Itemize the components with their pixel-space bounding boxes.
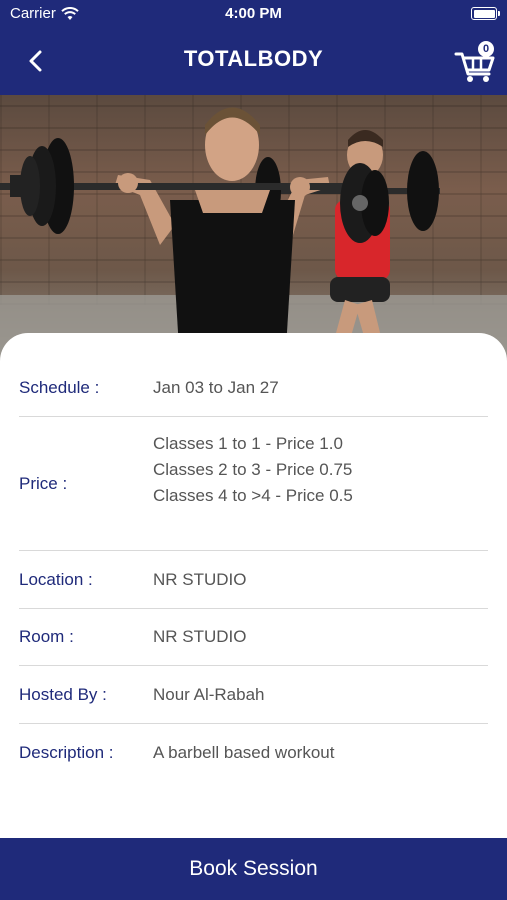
hero-image [0,95,507,365]
battery-icon [471,7,500,20]
price-label: Price : [19,473,68,493]
schedule-label: Schedule : [19,378,100,397]
price-tier-3: Classes 4 to >4 - Price 0.5 [153,486,353,505]
cart-count-badge: 0 [478,41,494,57]
location-label: Location : [19,569,93,589]
schedule-row: Schedule : Jan 03 to Jan 27 [19,360,488,417]
description-row: Description : A barbell based workout [19,724,488,781]
book-session-button[interactable]: Book Session [0,838,507,900]
room-value: NR STUDIO [153,627,247,646]
cart-button[interactable]: 0 [453,38,497,84]
session-details-card: Schedule : Jan 03 to Jan 27 Price : Clas… [0,333,507,843]
nav-bar: TOTALBODY 0 [0,28,507,95]
header-bar: Carrier 4:00 PM TOTALBODY 0 [0,0,507,95]
price-row: Price : Classes 1 to 1 - Price 1.0 Class… [19,417,488,551]
hosted-by-value: Nour Al-Rabah [153,684,265,704]
price-tier-1: Classes 1 to 1 - Price 1.0 [153,434,343,453]
room-row: Room : NR STUDIO [19,609,488,666]
price-tier-2: Classes 2 to 3 - Price 0.75 [153,460,353,479]
price-tiers: Classes 1 to 1 - Price 1.0 Classes 2 to … [153,431,353,509]
room-label: Room : [19,627,74,646]
description-value: A barbell based workout [153,742,335,762]
location-value: NR STUDIO [153,569,247,589]
location-row: Location : NR STUDIO [19,551,488,609]
page-title: TOTALBODY [183,46,324,71]
description-label: Description : [19,742,114,762]
schedule-value: Jan 03 to Jan 27 [153,378,279,397]
status-time: 4:00 PM [225,5,282,22]
hosted-by-label: Hosted By : [19,684,107,704]
workout-illustration [0,107,440,365]
hosted-by-row: Hosted By : Nour Al-Rabah [19,666,488,724]
status-bar: Carrier 4:00 PM [0,0,507,28]
